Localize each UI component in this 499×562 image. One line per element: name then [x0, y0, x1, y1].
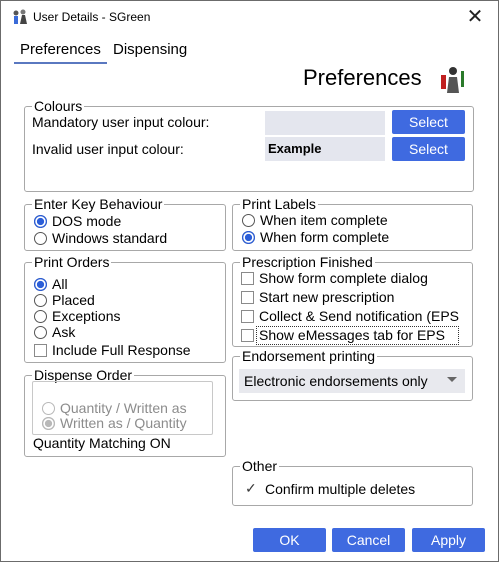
- dispense-order-legend: Dispense Order: [34, 367, 133, 383]
- confirm-deletes-label: Confirm multiple deletes: [265, 481, 416, 497]
- show-emessages-label: Show eMessages tab for EPS: [259, 327, 445, 343]
- show-form-complete-checkbox[interactable]: [241, 272, 254, 285]
- when-form-complete-label: When form complete: [260, 229, 390, 245]
- print-exceptions-radio[interactable]: [34, 310, 47, 323]
- collect-send-notification-label: Collect & Send notification (EPS: [259, 308, 459, 324]
- user-details-icon: [13, 9, 27, 24]
- invalid-colour-swatch: Example: [265, 137, 385, 161]
- endorsement-value: Electronic endorsements only: [244, 373, 428, 389]
- close-icon[interactable]: ✕: [462, 4, 488, 30]
- windows-standard-radio[interactable]: [34, 232, 47, 245]
- quantity-written-label: Quantity / Written as: [60, 400, 187, 416]
- tab-preferences[interactable]: Preferences: [20, 41, 101, 58]
- enter-key-legend: Enter Key Behaviour: [34, 196, 163, 212]
- apply-button[interactable]: Apply: [412, 528, 485, 552]
- print-all-label: All: [52, 276, 68, 292]
- dos-mode-radio[interactable]: [34, 215, 47, 228]
- user-details-window: User Details - SGreen ✕ Preferences Disp…: [0, 0, 499, 562]
- mandatory-colour-select-button[interactable]: Select: [392, 110, 465, 134]
- when-item-complete-label: When item complete: [260, 212, 388, 228]
- when-form-complete-radio[interactable]: [242, 231, 255, 244]
- print-ask-radio[interactable]: [34, 326, 47, 339]
- include-full-response-label: Include Full Response: [52, 342, 191, 358]
- chevron-down-icon: [447, 377, 457, 382]
- title-bar: User Details - SGreen ✕: [1, 1, 498, 33]
- other-legend: Other: [242, 458, 278, 474]
- start-new-prescription-checkbox[interactable]: [241, 291, 254, 304]
- mandatory-colour-label: Mandatory user input colour:: [32, 114, 210, 130]
- quantity-written-radio[interactable]: [42, 402, 55, 415]
- colours-legend: Colours: [34, 98, 83, 114]
- start-new-prescription-label: Start new prescription: [259, 289, 395, 305]
- ok-button[interactable]: OK: [253, 528, 326, 552]
- print-all-radio[interactable]: [34, 278, 47, 291]
- show-emessages-checkbox[interactable]: [241, 329, 254, 342]
- print-ask-label: Ask: [52, 324, 76, 340]
- endorsement-legend: Endorsement printing: [242, 348, 376, 364]
- endorsement-dropdown[interactable]: Electronic endorsements only: [239, 369, 465, 393]
- show-form-complete-label: Show form complete dialog: [259, 270, 428, 286]
- tab-dispensing[interactable]: Dispensing: [113, 41, 187, 58]
- print-exceptions-label: Exceptions: [52, 308, 121, 324]
- print-labels-legend: Print Labels: [242, 196, 316, 212]
- when-item-complete-radio[interactable]: [242, 214, 255, 227]
- dos-mode-label: DOS mode: [52, 213, 122, 229]
- invalid-colour-label: Invalid user input colour:: [32, 141, 184, 157]
- windows-standard-label: Windows standard: [52, 230, 168, 246]
- window-title: User Details - SGreen: [33, 10, 151, 24]
- print-placed-radio[interactable]: [34, 294, 47, 307]
- written-quantity-radio[interactable]: [42, 417, 55, 430]
- prescription-finished-legend: Prescription Finished: [242, 254, 373, 270]
- include-full-response-checkbox[interactable]: [34, 344, 47, 357]
- collect-send-notification-checkbox[interactable]: [241, 310, 254, 323]
- preferences-tools-icon: [441, 67, 464, 93]
- mandatory-colour-swatch: [265, 111, 385, 135]
- print-orders-legend: Print Orders: [34, 254, 110, 270]
- page-title: Preferences: [303, 65, 422, 90]
- invalid-colour-select-button[interactable]: Select: [392, 137, 465, 161]
- cancel-button[interactable]: Cancel: [332, 528, 405, 552]
- print-placed-label: Placed: [52, 292, 95, 308]
- quantity-matching-status: Quantity Matching ON: [33, 435, 171, 451]
- written-quantity-label: Written as / Quantity: [60, 415, 187, 431]
- active-tab-indicator: [14, 62, 107, 64]
- checkmark-icon[interactable]: ✓: [245, 480, 257, 497]
